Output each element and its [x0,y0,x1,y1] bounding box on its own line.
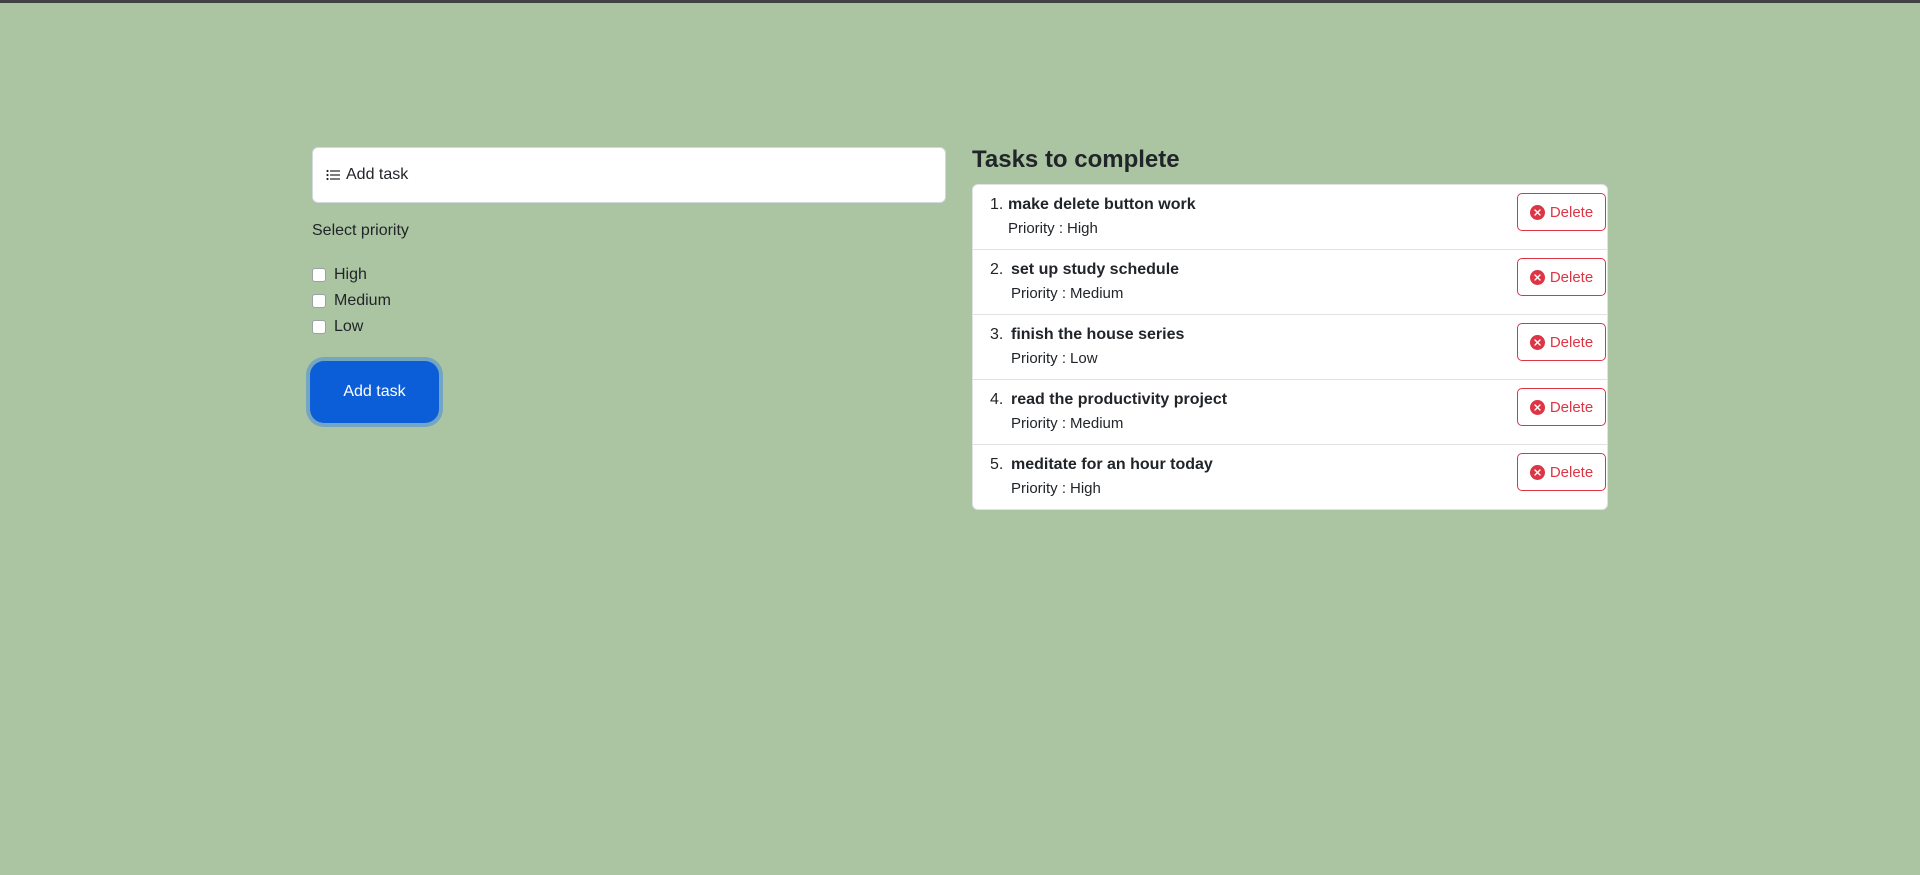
task-item: 2. set up study schedule Priority : Mediu… [973,250,1607,315]
priority-option-low[interactable]: Low [312,314,391,340]
x-circle-icon [1529,334,1545,350]
priority-medium-label: Medium [334,292,391,309]
add-task-input[interactable]: Add task [312,147,946,203]
task-number: 5. [990,456,1004,473]
priority-prefix: Priority : [1011,415,1067,432]
delete-button[interactable]: Delete [1517,193,1606,231]
priority-medium-checkbox[interactable] [312,294,326,308]
priority-option-medium[interactable]: Medium [312,288,391,314]
task-name: finish the house series [1011,326,1185,343]
task-priority: Priority : High [1008,220,1098,237]
delete-button[interactable]: Delete [1517,323,1606,361]
priority-prefix: Priority : [1008,220,1064,237]
priority-prefix: Priority : [1011,480,1067,497]
task-number: 3. [990,326,1004,343]
delete-label: Delete [1549,203,1594,221]
task-number: 2. [990,261,1004,278]
priority-value: Medium [1070,285,1124,302]
add-task-input-label: Add task [346,166,409,183]
task-name: set up study schedule [1011,261,1180,278]
task-item: 1. make delete button work Priority : Hig… [973,185,1607,250]
task-priority: Priority : Medium [1011,415,1123,432]
priority-high-checkbox[interactable] [312,268,326,282]
priority-high-label: High [334,266,367,283]
priority-value: High [1070,480,1101,497]
list-icon [326,168,340,182]
task-priority: Priority : High [1011,480,1101,497]
task-item: 4. read the productivity project Priorit… [973,380,1607,445]
delete-label: Delete [1549,333,1594,351]
priority-prefix: Priority : [1011,285,1067,302]
task-item: 5. meditate for an hour today Priority :… [973,445,1607,509]
task-priority: Priority : Low [1011,350,1098,367]
tasks-heading: Tasks to complete [972,146,1180,173]
task-number: 1. [990,196,1004,213]
window-top-border [0,0,1920,3]
delete-label: Delete [1549,268,1594,286]
priority-options: High Medium Low [312,262,391,340]
delete-button[interactable]: Delete [1517,388,1606,426]
x-circle-icon [1529,464,1545,480]
priority-low-checkbox[interactable] [312,320,326,334]
delete-label: Delete [1549,398,1594,416]
priority-value: High [1067,220,1098,237]
delete-label: Delete [1549,463,1594,481]
task-name: read the productivity project [1011,391,1228,408]
task-name: make delete button work [1008,196,1196,213]
x-circle-icon [1529,204,1545,220]
task-name: meditate for an hour today [1011,456,1213,473]
priority-low-label: Low [334,318,364,335]
task-priority: Priority : Medium [1011,285,1123,302]
task-item: 3. finish the house series Priority : Low… [973,315,1607,380]
x-circle-icon [1529,399,1545,415]
x-circle-icon [1529,269,1545,285]
delete-button[interactable]: Delete [1517,453,1606,491]
priority-prefix: Priority : [1011,350,1067,367]
add-task-button[interactable]: Add task [310,361,439,423]
delete-button[interactable]: Delete [1517,258,1606,296]
priority-option-high[interactable]: High [312,262,391,288]
priority-value: Low [1070,350,1098,367]
priority-value: Medium [1070,415,1124,432]
task-list: 1. make delete button work Priority : Hig… [972,184,1608,510]
select-priority-label: Select priority [312,222,409,239]
task-number: 4. [990,391,1004,408]
